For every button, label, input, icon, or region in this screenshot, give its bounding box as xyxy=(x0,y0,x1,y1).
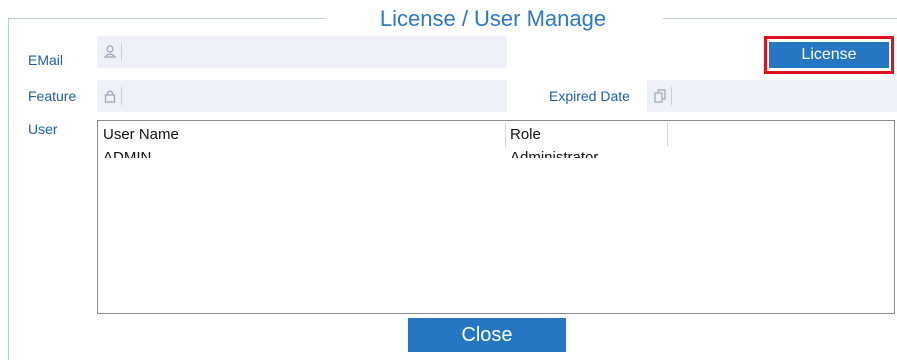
users-table[interactable]: User Name Role ADMIN Administrator xyxy=(97,120,895,314)
user-label: User xyxy=(28,121,58,137)
email-field[interactable] xyxy=(97,36,507,68)
cell-user-name: ADMIN xyxy=(103,149,152,158)
feature-field-divider xyxy=(121,87,122,105)
column-separator[interactable] xyxy=(505,123,506,147)
cell-role: Administrator xyxy=(510,149,599,158)
expired-date-field[interactable] xyxy=(647,80,897,112)
license-button[interactable]: License xyxy=(769,42,889,68)
email-field-divider xyxy=(121,43,122,61)
feature-input[interactable] xyxy=(127,84,501,110)
feature-field[interactable] xyxy=(97,80,507,112)
email-input[interactable] xyxy=(127,40,501,66)
close-button[interactable]: Close xyxy=(408,318,566,352)
column-header-role[interactable]: Role xyxy=(510,125,541,145)
dialog-frame-left xyxy=(8,18,9,360)
license-button-highlight: License xyxy=(764,36,894,74)
expired-date-label: Expired Date xyxy=(549,88,630,104)
dialog-frame-top-left xyxy=(8,18,325,19)
email-label: EMail xyxy=(28,52,64,68)
table-row[interactable]: ADMIN Administrator xyxy=(98,148,894,158)
dialog-title: License / User Manage xyxy=(379,6,607,31)
feature-label: Feature xyxy=(28,88,77,104)
column-separator[interactable] xyxy=(667,123,668,147)
lock-icon xyxy=(103,88,117,104)
copy-icon xyxy=(653,88,667,104)
user-icon xyxy=(103,44,117,60)
dialog-frame-top-right xyxy=(663,18,897,19)
column-header-user-name[interactable]: User Name xyxy=(103,125,179,145)
expired-date-field-divider xyxy=(671,87,672,105)
expired-date-input[interactable] xyxy=(677,84,891,110)
